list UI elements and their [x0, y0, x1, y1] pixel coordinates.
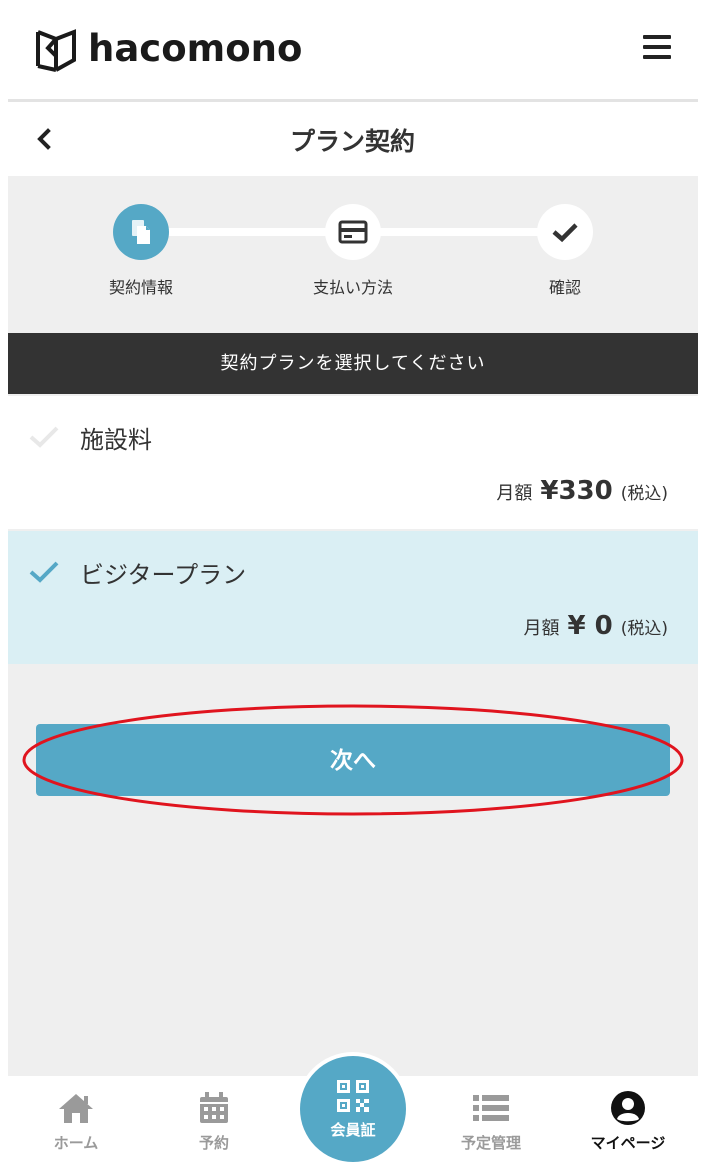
qr-code-icon	[337, 1079, 369, 1112]
nav-label: ホーム	[53, 1134, 99, 1152]
step-label: 支払い方法	[312, 278, 393, 297]
plan-name: ビジタープラン	[80, 561, 247, 589]
step-circle	[537, 204, 593, 260]
step-contract-info: 契約情報	[81, 204, 201, 298]
page: hacomono プラン契約 契約情報 支払い方法 確認 契約プランを選択してく…	[0, 0, 705, 1170]
price-amount: ¥330	[540, 476, 613, 506]
step-payment-method: 支払い方法	[293, 204, 413, 298]
step-label: 契約情報	[108, 278, 173, 297]
price-tax: (税込)	[620, 484, 668, 504]
step-label: 確認	[548, 278, 581, 297]
instruction-bar: 契約プランを選択してください	[8, 333, 698, 394]
hamburger-menu-icon[interactable]	[643, 35, 671, 59]
logo-text: hacomono	[88, 27, 303, 70]
plan-name: 施設料	[80, 426, 152, 454]
price-amount: ¥ 0	[567, 611, 613, 641]
hacomono-logo[interactable]: hacomono	[34, 26, 302, 72]
user-circle-icon	[611, 1091, 645, 1125]
step-circle	[325, 204, 381, 260]
nav-label: 予約	[198, 1134, 229, 1152]
title-bar: プラン契約	[0, 102, 705, 176]
plan-price: 月額 ¥ 0 (税込)	[524, 611, 669, 641]
page-title: プラン契約	[289, 127, 415, 156]
nav-reservation[interactable]: 予約	[159, 1090, 269, 1153]
nav-schedule[interactable]: 予定管理	[436, 1090, 546, 1153]
plan-price: 月額 ¥330 (税込)	[496, 476, 668, 506]
price-unit: 月額	[523, 618, 560, 639]
price-unit: 月額	[496, 483, 533, 504]
nav-label: 会員証	[330, 1120, 376, 1139]
membership-card-button[interactable]: 会員証	[296, 1052, 410, 1166]
plan-option-facility-fee[interactable]: 施設料 月額 ¥330 (税込)	[8, 396, 698, 529]
nav-label: 予定管理	[460, 1134, 521, 1152]
app-header: hacomono	[0, 0, 705, 102]
plan-option-visitor-plan[interactable]: ビジタープラン 月額 ¥ 0 (税込)	[8, 531, 698, 664]
checkmark-icon	[29, 561, 59, 583]
step-confirm: 確認	[505, 204, 625, 298]
nav-label: マイページ	[590, 1134, 666, 1152]
credit-card-icon	[338, 220, 368, 244]
nav-home[interactable]: ホーム	[21, 1090, 131, 1153]
progress-stepper: 契約情報 支払い方法 確認	[8, 176, 698, 333]
home-icon	[59, 1094, 93, 1123]
checkmark-icon	[29, 426, 59, 448]
documents-icon	[132, 220, 150, 244]
nav-mypage[interactable]: マイページ	[573, 1090, 683, 1153]
calendar-icon	[200, 1092, 228, 1123]
list-icon	[473, 1095, 509, 1121]
checkmark-icon	[552, 223, 578, 243]
hacomono-logo-icon	[36, 29, 76, 72]
next-button[interactable]: 次へ	[36, 724, 670, 796]
step-circle-active	[113, 204, 169, 260]
price-tax: (税込)	[620, 619, 668, 639]
